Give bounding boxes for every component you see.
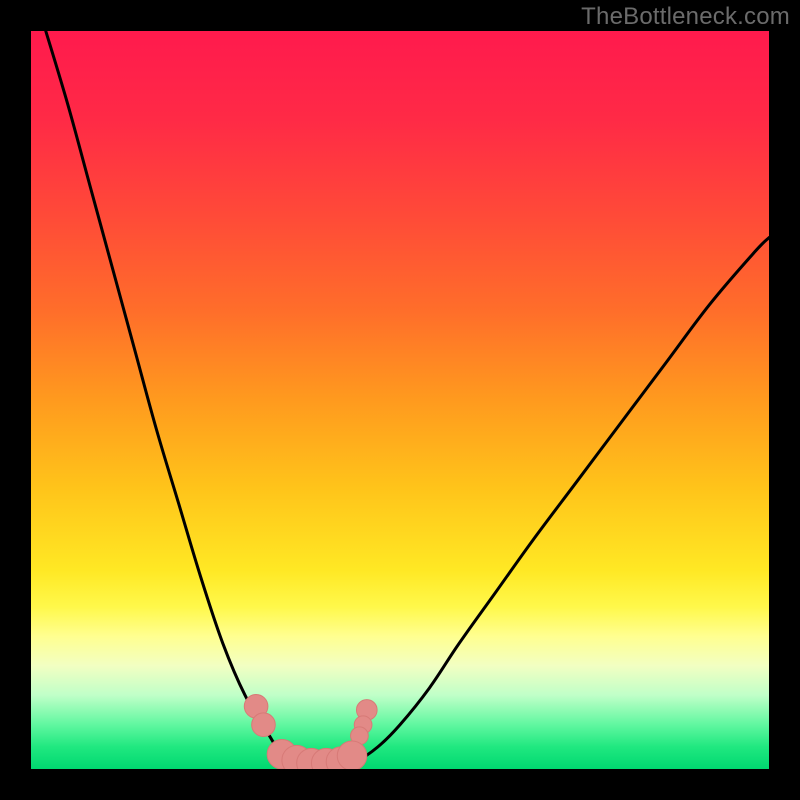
marker-left-lower-dot bbox=[252, 713, 276, 737]
chart-frame: TheBottleneck.com bbox=[0, 0, 800, 800]
marker-trough-cap-6 bbox=[337, 741, 367, 769]
plot-area bbox=[31, 31, 769, 769]
gradient-background bbox=[31, 31, 769, 769]
watermark-text: TheBottleneck.com bbox=[581, 3, 790, 31]
chart-svg bbox=[31, 31, 769, 769]
